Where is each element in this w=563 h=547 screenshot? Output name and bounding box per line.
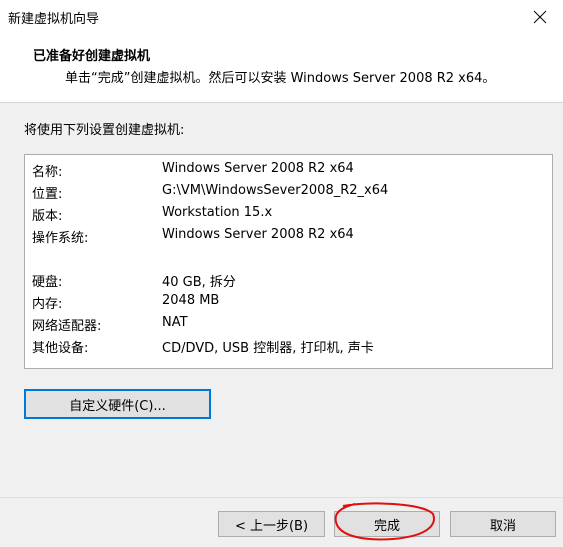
setting-value: 2048 MB <box>162 293 220 308</box>
setting-value: NAT <box>162 315 188 330</box>
title-bar: 新建虚拟机向导 <box>0 0 563 34</box>
setting-value: 40 GB, 拆分 <box>162 275 236 290</box>
setting-key: 版本: <box>32 209 63 224</box>
setting-row-disk: 硬盘: 40 GB, 拆分 <box>25 271 552 291</box>
new-vm-wizard-window: 新建虚拟机向导 已准备好创建虚拟机 单击“完成”创建虚拟机。然后可以安装 Win… <box>0 0 563 547</box>
setting-value: CD/DVD, USB 控制器, 打印机, 声卡 <box>162 341 374 356</box>
setting-key: 操作系统: <box>32 231 89 246</box>
page-title: 已准备好创建虚拟机 <box>33 49 151 64</box>
setting-key: 硬盘: <box>32 275 63 290</box>
setting-row-memory: 内存: 2048 MB <box>25 293 552 313</box>
setting-key: 其他设备: <box>32 341 89 356</box>
setting-key: 内存: <box>32 297 63 312</box>
setting-value: Windows Server 2008 R2 x64 <box>162 161 354 176</box>
setting-key: 网络适配器: <box>32 319 102 334</box>
settings-summary: 名称: Windows Server 2008 R2 x64 位置: G:\VM… <box>24 154 553 369</box>
back-button[interactable]: < 上一步(B) <box>218 511 325 537</box>
close-button[interactable] <box>517 0 563 34</box>
setting-value: Windows Server 2008 R2 x64 <box>162 227 354 242</box>
customize-hardware-button[interactable]: 自定义硬件(C)... <box>24 389 211 419</box>
setting-key: 位置: <box>32 187 63 202</box>
footer-divider <box>0 497 563 498</box>
setting-row-version: 版本: Workstation 15.x <box>25 205 552 225</box>
setting-row-network: 网络适配器: NAT <box>25 315 552 335</box>
setting-row-location: 位置: G:\VM\WindowsSever2008_R2_x64 <box>25 183 552 203</box>
finish-button[interactable]: 完成 <box>334 511 440 537</box>
settings-label: 将使用下列设置创建虚拟机: <box>24 123 185 138</box>
cancel-button[interactable]: 取消 <box>450 511 556 537</box>
wizard-header: 已准备好创建虚拟机 单击“完成”创建虚拟机。然后可以安装 Windows Ser… <box>0 34 563 103</box>
close-icon <box>533 10 547 24</box>
page-subtitle: 单击“完成”创建虚拟机。然后可以安装 Windows Server 2008 R… <box>65 71 496 86</box>
setting-value: G:\VM\WindowsSever2008_R2_x64 <box>162 183 389 198</box>
setting-row-devices: 其他设备: CD/DVD, USB 控制器, 打印机, 声卡 <box>25 337 552 357</box>
window-title: 新建虚拟机向导 <box>8 12 100 27</box>
setting-row-name: 名称: Windows Server 2008 R2 x64 <box>25 161 552 181</box>
setting-row-os: 操作系统: Windows Server 2008 R2 x64 <box>25 227 552 247</box>
setting-key: 名称: <box>32 165 63 180</box>
setting-value: Workstation 15.x <box>162 205 273 220</box>
